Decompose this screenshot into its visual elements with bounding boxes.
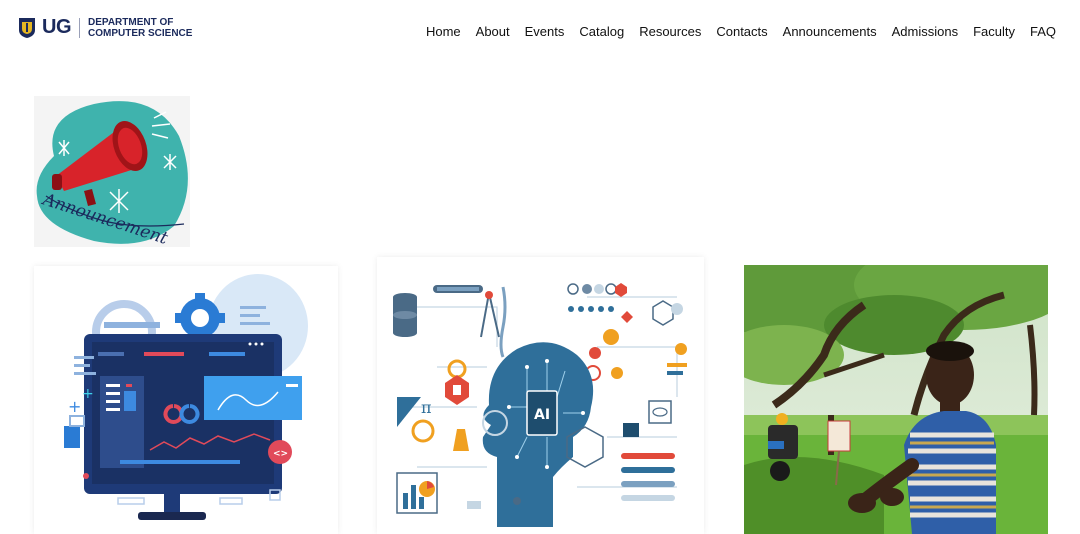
ai-chip-label: AI <box>534 407 550 423</box>
nav-resources[interactable]: Resources <box>639 24 701 39</box>
pi-symbol: π <box>421 398 432 417</box>
department-logo[interactable]: UG DEPARTMENT OF COMPUTER SCIENCE <box>18 16 192 39</box>
database-icon <box>393 293 417 337</box>
nav-announcements[interactable]: Announcements <box>783 24 877 39</box>
nav-faculty[interactable]: Faculty <box>973 24 1015 39</box>
announcement-badge-image: Announcement <box>34 96 190 247</box>
ai-head-circuit-illustration: AI π <box>377 257 704 534</box>
site-header: UG DEPARTMENT OF COMPUTER SCIENCE Home A… <box>0 0 1080 64</box>
nav-admissions[interactable]: Admissions <box>892 24 958 39</box>
university-crest-icon <box>19 17 35 38</box>
card-student-photo[interactable] <box>744 265 1048 534</box>
nav-home[interactable]: Home <box>426 24 461 39</box>
nav-events[interactable]: Events <box>525 24 565 39</box>
nav-faq[interactable]: FAQ <box>1030 24 1056 39</box>
logo-dept-line2: COMPUTER SCIENCE <box>88 27 193 39</box>
svg-text:+: + <box>82 386 94 402</box>
card-ai-circuit[interactable]: AI π <box>377 257 704 534</box>
student-photo-outdoors <box>744 265 1048 534</box>
main-navigation: Home About Events Catalog Resources Cont… <box>426 24 1056 39</box>
logo-divider <box>79 17 80 38</box>
nav-about[interactable]: About <box>476 24 510 39</box>
logo-department-name: DEPARTMENT OF COMPUTER SCIENCE <box>88 17 192 39</box>
svg-text:+: + <box>68 397 81 416</box>
nav-catalog[interactable]: Catalog <box>579 24 624 39</box>
logo-dept-line1: DEPARTMENT OF <box>88 16 174 28</box>
logo-abbreviation: UG <box>42 16 72 38</box>
card-computer-dashboard[interactable]: NEW TEXT <> + + <box>34 266 338 534</box>
nav-contacts[interactable]: Contacts <box>716 24 767 39</box>
computer-dashboard-illustration: NEW TEXT <> + + <box>34 266 338 534</box>
code-tag-text: <> <box>273 449 288 459</box>
